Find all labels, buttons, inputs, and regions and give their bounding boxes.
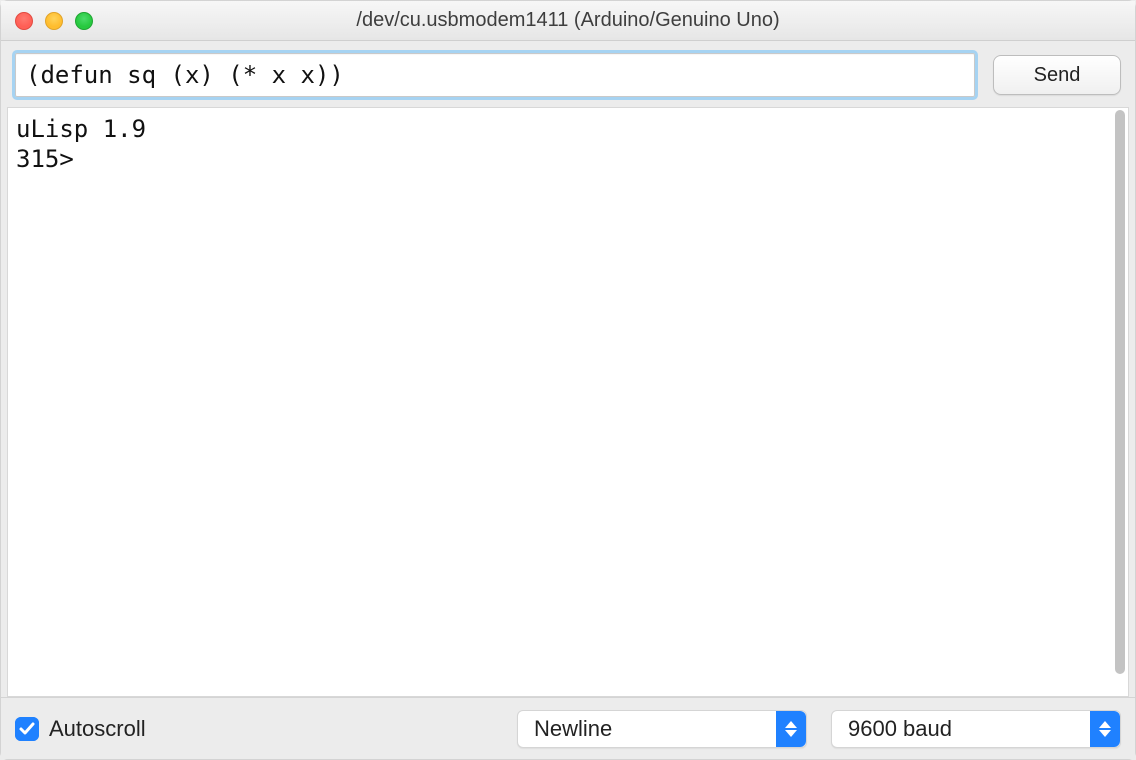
- window-controls: [15, 12, 93, 30]
- autoscroll-label: Autoscroll: [49, 716, 146, 742]
- close-icon[interactable]: [15, 12, 33, 30]
- chevron-down-icon: [785, 730, 797, 737]
- command-input[interactable]: [15, 53, 975, 97]
- zoom-icon[interactable]: [75, 12, 93, 30]
- line-ending-select[interactable]: Newline: [517, 710, 807, 748]
- scroll-thumb[interactable]: [1115, 110, 1125, 674]
- footer-bar: Autoscroll Newline 9600 baud: [1, 697, 1135, 759]
- autoscroll-checkbox[interactable]: [15, 717, 39, 741]
- line-ending-value: Newline: [534, 716, 612, 742]
- output-panel: uLisp 1.9 315>: [7, 107, 1129, 697]
- baud-select[interactable]: 9600 baud: [831, 710, 1121, 748]
- check-icon: [18, 720, 36, 738]
- chevron-down-icon: [1099, 730, 1111, 737]
- autoscroll-group: Autoscroll: [15, 716, 493, 742]
- chevron-up-icon: [1099, 721, 1111, 728]
- minimize-icon[interactable]: [45, 12, 63, 30]
- titlebar: /dev/cu.usbmodem1411 (Arduino/Genuino Un…: [1, 1, 1135, 41]
- serial-output: uLisp 1.9 315>: [8, 108, 1112, 696]
- chevron-up-icon: [785, 721, 797, 728]
- select-stepper-icon: [776, 711, 806, 747]
- baud-value: 9600 baud: [848, 716, 952, 742]
- scrollbar[interactable]: [1112, 108, 1128, 696]
- command-row: Send: [1, 41, 1135, 107]
- window-title: /dev/cu.usbmodem1411 (Arduino/Genuino Un…: [1, 9, 1135, 32]
- send-button[interactable]: Send: [993, 55, 1121, 95]
- select-stepper-icon: [1090, 711, 1120, 747]
